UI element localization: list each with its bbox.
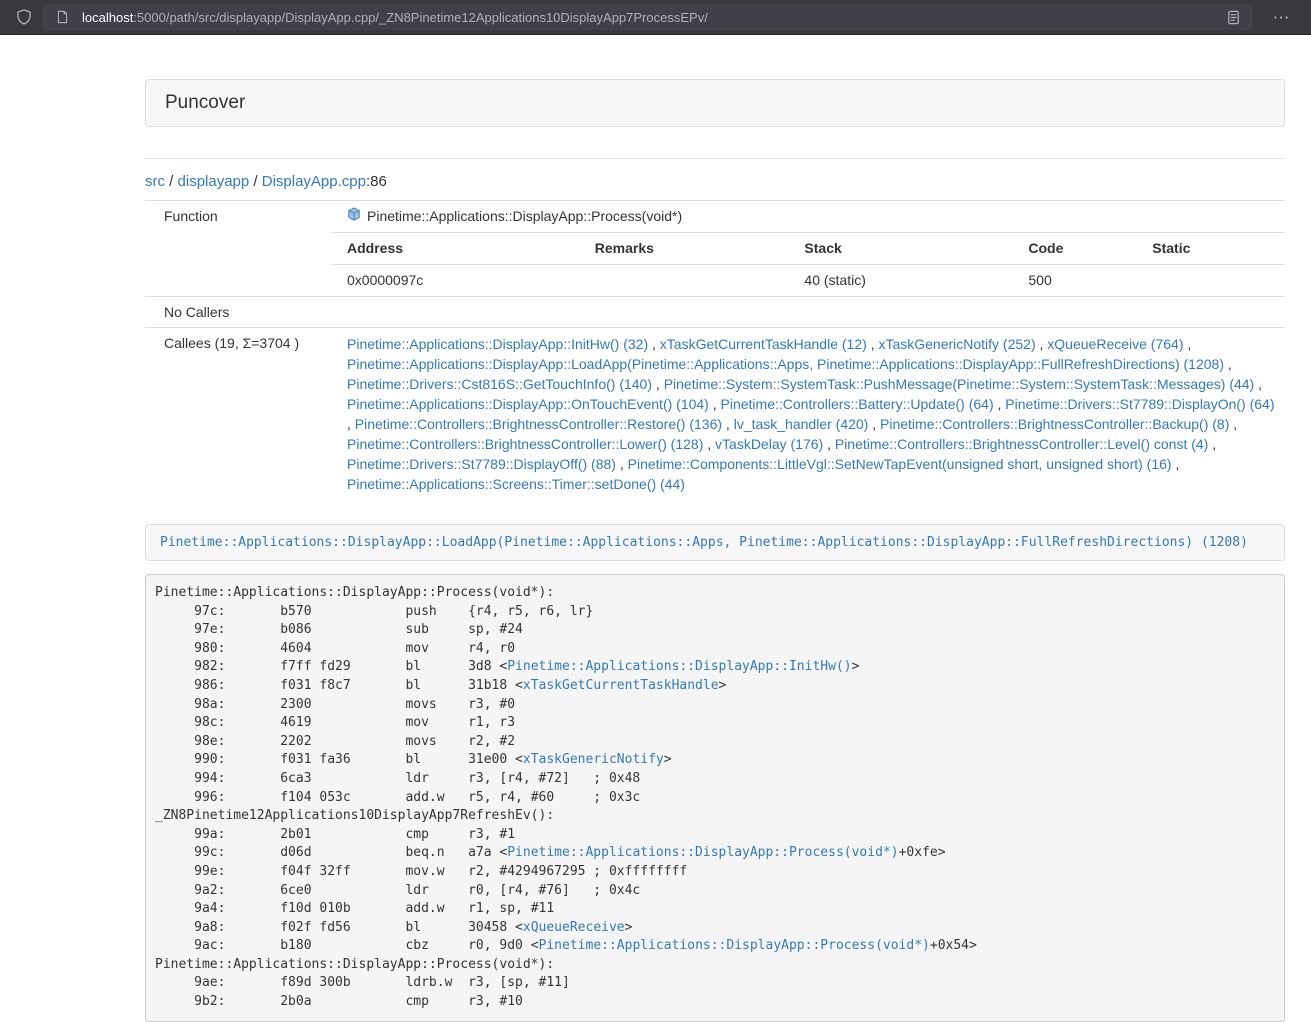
function-cell: Pinetime::Applications::DisplayApp::Proc… <box>332 201 1285 297</box>
callee-link[interactable]: Pinetime::Controllers::BrightnessControl… <box>355 416 722 432</box>
callee-link[interactable]: Pinetime::System::SystemTask::PushMessag… <box>664 376 1255 392</box>
callee-separator: , <box>652 376 664 392</box>
stats-header-row: AddressRemarksStackCodeStatic <box>332 233 1285 265</box>
callee-link[interactable]: Pinetime::Drivers::Cst816S::GetTouchInfo… <box>347 376 652 392</box>
reader-view-icon[interactable] <box>1221 5 1245 29</box>
url-bar[interactable]: localhost:5000/path/src/displayapp/Displ… <box>42 4 1253 30</box>
stats-value-remarks <box>580 265 790 297</box>
callee-separator: , <box>1208 436 1216 452</box>
page-title: Puncover <box>165 92 245 113</box>
callees-label: Callees (19, Σ=3704 ) <box>145 328 332 502</box>
callee-separator: , <box>868 416 880 432</box>
callee-link[interactable]: Pinetime::Drivers::St7789::DisplayOff() … <box>347 456 616 472</box>
browser-chrome: localhost:5000/path/src/displayapp/Displ… <box>0 0 1311 35</box>
callee-link[interactable]: lv_task_handler (420) <box>734 416 869 432</box>
shield-icon[interactable] <box>12 5 36 29</box>
function-row-label: Function <box>145 201 332 297</box>
callee-link[interactable]: Pinetime::Components::LittleVgl::SetNewT… <box>628 456 1172 472</box>
breadcrumb-separator: / <box>165 173 178 190</box>
menu-ellipsis-icon[interactable]: ⋯ <box>1263 5 1299 29</box>
url-path: :5000/path/src/displayapp/DisplayApp.cpp… <box>133 10 708 25</box>
highlight-panel: Pinetime::Applications::DisplayApp::Load… <box>145 524 1285 561</box>
callee-separator: , <box>722 416 734 432</box>
no-callers-label: No Callers <box>145 297 332 328</box>
callee-separator: , <box>1224 356 1232 372</box>
callee-link[interactable]: xTaskGetCurrentTaskHandle (12) <box>660 336 867 352</box>
stats-header-code: Code <box>1013 233 1137 265</box>
callee-separator: , <box>709 396 721 412</box>
callee-separator: , <box>1229 416 1237 432</box>
stats-header-static: Static <box>1137 233 1285 265</box>
breadcrumb: src / displayapp / DisplayApp.cpp:86 <box>145 173 1285 190</box>
callee-link[interactable]: Pinetime::Applications::DisplayApp::Load… <box>347 356 1224 372</box>
page-info-icon[interactable] <box>50 5 74 29</box>
callee-separator: , <box>648 336 660 352</box>
callee-link[interactable]: Pinetime::Controllers::BrightnessControl… <box>880 416 1229 432</box>
highlight-link[interactable]: Pinetime::Applications::DisplayApp::Load… <box>160 535 1248 550</box>
breadcrumb-link-src[interactable]: src <box>145 173 165 190</box>
callee-link[interactable]: Pinetime::Drivers::St7789::DisplayOn() (… <box>1005 396 1274 412</box>
page-title-panel: Puncover <box>145 79 1285 127</box>
callee-link[interactable]: Pinetime::Controllers::Battery::Update()… <box>721 396 994 412</box>
callers-cell <box>332 297 1285 328</box>
url-host: localhost <box>82 10 133 25</box>
callee-separator: , <box>994 396 1006 412</box>
asm-symbol-link[interactable]: Pinetime::Applications::DisplayApp::Init… <box>507 659 851 674</box>
function-name: Pinetime::Applications::DisplayApp::Proc… <box>367 206 682 226</box>
stats-value-static <box>1137 265 1285 297</box>
callee-link[interactable]: Pinetime::Applications::DisplayApp::Init… <box>347 336 648 352</box>
stats-header-stack: Stack <box>789 233 1013 265</box>
callee-separator: , <box>823 436 835 452</box>
callee-separator: , <box>703 436 715 452</box>
function-table: Function Pinetime::Applications::Display… <box>145 200 1285 501</box>
callee-link[interactable]: xQueueReceive (764) <box>1047 336 1183 352</box>
callee-separator: , <box>1036 336 1048 352</box>
callee-link[interactable]: Pinetime::Controllers::BrightnessControl… <box>835 436 1208 452</box>
url-text: localhost:5000/path/src/displayapp/Displ… <box>82 10 1221 25</box>
stats-value-address: 0x0000097c <box>332 265 580 297</box>
callee-link[interactable]: Pinetime::Applications::Screens::Timer::… <box>347 476 685 492</box>
breadcrumb-line-number: :86 <box>366 173 387 190</box>
asm-symbol-link[interactable]: Pinetime::Applications::DisplayApp::Proc… <box>539 938 930 953</box>
asm-symbol-link[interactable]: xTaskGenericNotify <box>523 752 664 767</box>
breadcrumb-link-displayapp.cpp[interactable]: DisplayApp.cpp <box>262 173 366 190</box>
asm-symbol-link[interactable]: Pinetime::Applications::DisplayApp::Proc… <box>507 845 898 860</box>
breadcrumb-link-displayapp[interactable]: displayapp <box>178 173 250 190</box>
function-name-row: Pinetime::Applications::DisplayApp::Proc… <box>332 201 1285 232</box>
asm-symbol-link[interactable]: xQueueReceive <box>523 920 625 935</box>
callee-separator: , <box>1254 376 1262 392</box>
callee-separator: , <box>1183 336 1191 352</box>
callee-separator: , <box>616 456 628 472</box>
breadcrumb-separator: / <box>249 173 262 190</box>
cube-icon <box>347 206 361 226</box>
callee-separator: , <box>347 416 355 432</box>
stats-value-code: 500 <box>1013 265 1137 297</box>
stats-value-stack: 40 (static) <box>789 265 1013 297</box>
callee-link[interactable]: Pinetime::Applications::DisplayApp::OnTo… <box>347 396 709 412</box>
callee-link[interactable]: vTaskDelay (176) <box>715 436 823 452</box>
callee-separator: , <box>867 336 879 352</box>
stats-header-remarks: Remarks <box>580 233 790 265</box>
asm-symbol-link[interactable]: xTaskGetCurrentTaskHandle <box>523 678 719 693</box>
disassembly-code: Pinetime::Applications::DisplayApp::Proc… <box>145 574 1285 1022</box>
stats-table: AddressRemarksStackCodeStatic 0x0000097c… <box>332 232 1285 296</box>
callees-row: Callees (19, Σ=3704 ) Pinetime::Applicat… <box>145 328 1285 502</box>
page-content: Puncover src / displayapp / DisplayApp.c… <box>145 79 1285 1022</box>
callers-row: No Callers <box>145 297 1285 328</box>
callees-list: Pinetime::Applications::DisplayApp::Init… <box>332 328 1285 502</box>
callee-separator: , <box>1172 456 1180 472</box>
function-row: Function Pinetime::Applications::Display… <box>145 201 1285 297</box>
stats-header-address: Address <box>332 233 580 265</box>
stats-value-row: 0x0000097c 40 (static)500 <box>332 265 1285 297</box>
callee-link[interactable]: Pinetime::Controllers::BrightnessControl… <box>347 436 703 452</box>
callee-link[interactable]: xTaskGenericNotify (252) <box>878 336 1035 352</box>
divider <box>145 158 1285 159</box>
